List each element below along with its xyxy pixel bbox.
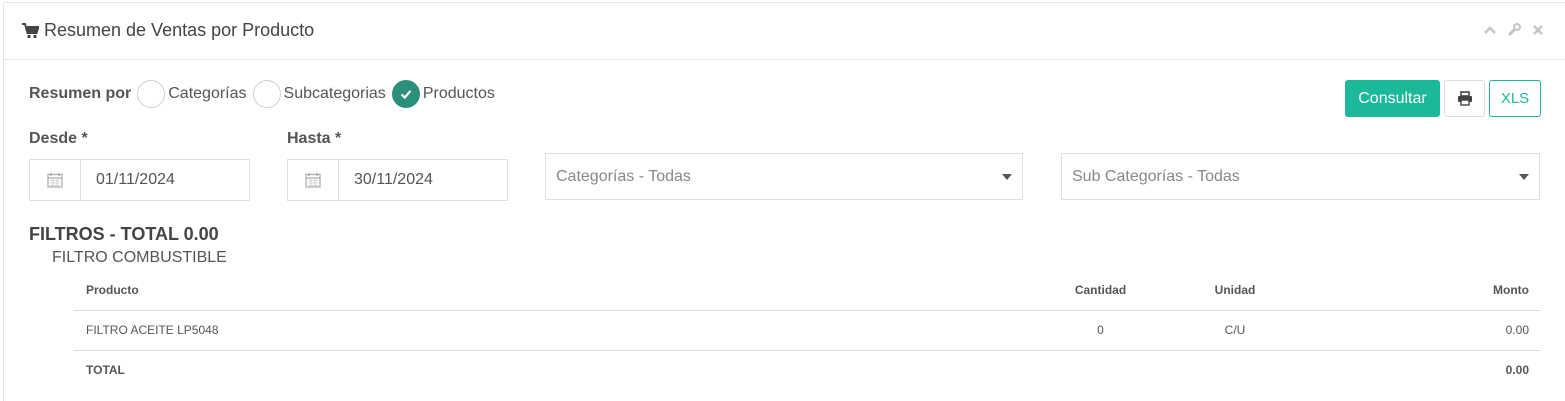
cart-icon	[22, 22, 40, 39]
total-empty-unidad	[1167, 350, 1303, 390]
cell-cantidad: 0	[1034, 310, 1167, 351]
radio-subcategorias[interactable]	[252, 80, 281, 108]
radio-productos-label[interactable]: Productos	[423, 85, 495, 103]
desde-field	[29, 159, 250, 201]
table-total-row: TOTAL 0.00	[74, 350, 1541, 390]
subcategorias-select[interactable]: Sub Categorías - Todas	[1061, 153, 1540, 200]
total-empty-cantidad	[1034, 350, 1167, 390]
radio-categorias-label[interactable]: Categorías	[168, 85, 246, 103]
radio-categorias[interactable]	[137, 80, 166, 108]
panel-title: Resumen de Ventas por Producto	[22, 20, 314, 41]
table-row: FILTRO ACEITE LP5048 0 C/U 0.00	[74, 310, 1541, 351]
header-tools	[1483, 23, 1545, 37]
subcategorias-select-value: Sub Categorías - Todas	[1072, 167, 1240, 185]
cell-producto: FILTRO ACEITE LP5048	[74, 310, 1034, 351]
col-cantidad: Cantidad	[1034, 270, 1167, 311]
total-monto: 0.00	[1505, 363, 1529, 378]
resumen-por-label: Resumen por	[29, 85, 132, 102]
sales-summary-panel: Resumen de Ventas por Producto Resumen p…	[3, 2, 1565, 401]
col-unidad: Unidad	[1167, 270, 1303, 311]
categorias-select-value: Categorías - Todas	[556, 167, 691, 185]
panel-title-text: Resumen de Ventas por Producto	[44, 20, 315, 40]
results-subsection-title: FILTRO COMBUSTIBLE	[52, 249, 227, 266]
cell-unidad: C/U	[1167, 310, 1303, 351]
col-producto: Producto	[74, 270, 1034, 311]
calendar-icon[interactable]	[30, 160, 81, 200]
xls-button[interactable]: XLS	[1489, 80, 1541, 117]
calendar-icon[interactable]	[288, 160, 339, 200]
print-button[interactable]	[1444, 80, 1485, 117]
results-section-title: FILTROS - TOTAL 0.00	[29, 224, 219, 244]
close-icon[interactable]	[1531, 23, 1545, 37]
check-icon	[400, 90, 412, 100]
hasta-field	[287, 159, 508, 201]
radio-subcategorias-label[interactable]: Subcategorias	[284, 85, 386, 103]
chevron-up-icon[interactable]	[1483, 23, 1497, 37]
col-monto: Monto	[1303, 270, 1541, 311]
hasta-label: Hasta *	[287, 130, 342, 147]
consultar-button[interactable]: Consultar	[1345, 80, 1440, 117]
desde-input[interactable]	[81, 160, 249, 200]
caret-down-icon	[1002, 174, 1012, 180]
wrench-icon[interactable]	[1507, 23, 1521, 37]
hasta-input[interactable]	[339, 160, 507, 200]
desde-label: Desde *	[29, 130, 88, 147]
cell-monto: 0.00	[1303, 310, 1541, 351]
total-label: TOTAL	[86, 363, 125, 378]
categorias-select[interactable]: Categorías - Todas	[545, 153, 1023, 200]
resumen-por-group: Resumen por Categorías Subcategorias Pro…	[29, 80, 501, 108]
results-table: Producto Cantidad Unidad Monto FILTRO AC…	[74, 270, 1541, 390]
panel-header: Resumen de Ventas por Producto	[4, 3, 1565, 60]
table-header-row: Producto Cantidad Unidad Monto	[74, 270, 1541, 311]
caret-down-icon	[1519, 174, 1529, 180]
print-icon	[1457, 91, 1472, 106]
radio-productos[interactable]	[391, 80, 420, 108]
